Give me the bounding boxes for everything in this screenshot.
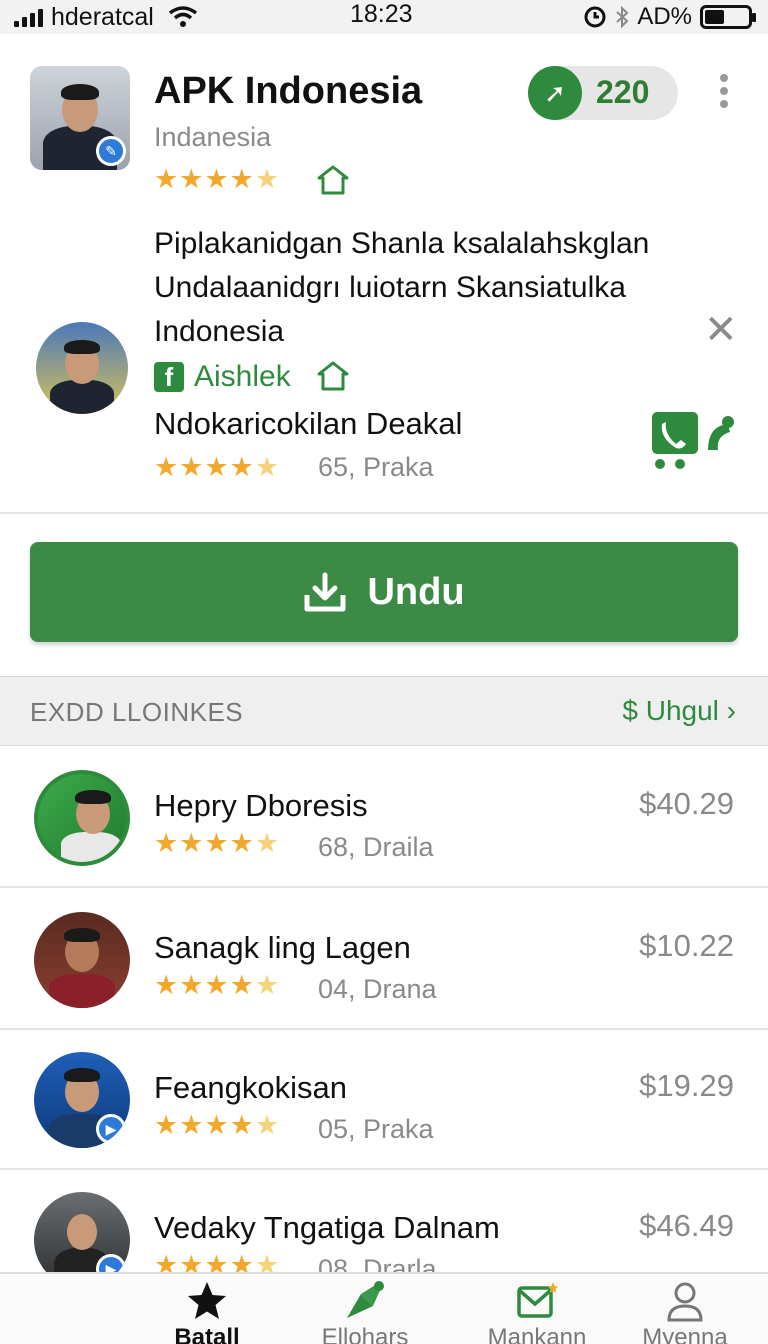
item-rating-text: 04, Drana bbox=[318, 974, 437, 1004]
broadcast-icon bbox=[347, 1281, 384, 1318]
bottom-navigation: Batall Ellohars Mankann Myenna bbox=[0, 1272, 768, 1344]
counter-pill[interactable]: ➚ 220 bbox=[528, 66, 678, 120]
battery-percentage: AD% bbox=[637, 3, 692, 30]
more-options-icon[interactable] bbox=[716, 74, 732, 108]
bluetooth-icon bbox=[616, 5, 629, 29]
wifi-icon bbox=[168, 6, 197, 27]
developer-rating-stars: ★★★★★ bbox=[154, 452, 281, 482]
nav-label: Batall bbox=[174, 1324, 240, 1344]
facebook-icon: f bbox=[154, 362, 184, 392]
item-rating-stars: ★★★★★ bbox=[154, 828, 281, 858]
nav-item-myenna[interactable]: Myenna bbox=[610, 1280, 760, 1344]
house-icon bbox=[317, 165, 349, 195]
item-rating-stars: ★★★★★ bbox=[154, 1110, 281, 1140]
carrier-name: hderatcal bbox=[51, 2, 154, 31]
developer-name[interactable]: Aishlek bbox=[194, 360, 291, 394]
item-name: Sanagk ling Lagen bbox=[154, 930, 411, 965]
nav-item-batall[interactable]: Batall bbox=[132, 1280, 282, 1344]
section-title: EXDD LLOINKES bbox=[30, 697, 244, 727]
arrow-icon: ➚ bbox=[528, 66, 582, 120]
mail-star-icon bbox=[517, 1282, 558, 1318]
list-item[interactable]: ▶ Vedaky Tngatiga Dalnam $46.49 ★★★★★ 08… bbox=[0, 1170, 768, 1288]
star-icon bbox=[188, 1282, 226, 1319]
nav-item-ellohars[interactable]: Ellohars bbox=[290, 1280, 440, 1344]
developer-avatar[interactable] bbox=[36, 322, 128, 414]
profile-icon bbox=[667, 1282, 703, 1322]
alarm-icon bbox=[584, 6, 606, 28]
item-rating-text: 68, Draila bbox=[318, 832, 434, 862]
nav-label: Mankann bbox=[487, 1324, 587, 1344]
nav-label: Myenna bbox=[642, 1324, 728, 1344]
close-icon[interactable]: ✕ bbox=[704, 310, 738, 350]
house-icon bbox=[317, 361, 349, 391]
item-name: Hepry Dboresis bbox=[154, 788, 368, 823]
list-item[interactable]: ▶ Feangkokisan $19.29 ★★★★★ 05, Praka bbox=[0, 1030, 768, 1170]
item-rating-text: 05, Praka bbox=[318, 1114, 434, 1144]
item-price: $40.29 bbox=[639, 786, 734, 821]
list-item[interactable]: Sanagk ling Lagen $10.22 ★★★★★ 04, Drana bbox=[0, 890, 768, 1030]
item-name: Feangkokisan bbox=[154, 1070, 348, 1105]
divider bbox=[0, 512, 768, 514]
nav-item-mankann[interactable]: Mankann bbox=[462, 1280, 612, 1344]
item-avatar bbox=[34, 770, 130, 866]
signal-icon bbox=[14, 7, 43, 27]
app-description: Piplakanidgan Shanla ksalalahskglan Unda… bbox=[154, 227, 650, 348]
developer-rating-text: 65, Praka bbox=[318, 452, 434, 482]
section-link[interactable]: $ Uhgul › bbox=[622, 695, 736, 727]
item-avatar: ▶ bbox=[34, 1052, 130, 1148]
status-bar: hderatcal 18:23 AD% bbox=[0, 0, 768, 34]
item-price: $46.49 bbox=[639, 1208, 734, 1243]
app-title: APK Indonesia bbox=[154, 70, 423, 112]
item-price: $10.22 bbox=[639, 928, 734, 963]
download-label: Undu bbox=[367, 570, 465, 613]
download-icon bbox=[304, 572, 346, 612]
item-price: $19.29 bbox=[639, 1068, 734, 1103]
status-time: 18:23 bbox=[350, 0, 413, 28]
app-icon[interactable]: ✎ bbox=[30, 66, 130, 170]
item-avatar bbox=[34, 912, 130, 1008]
phone-call-icon[interactable] bbox=[650, 410, 736, 474]
list-item[interactable]: Hepry Dboresis $40.29 ★★★★★ 68, Draila bbox=[0, 748, 768, 888]
app-subtitle: Indanesia bbox=[154, 122, 272, 152]
counter-value: 220 bbox=[596, 74, 650, 110]
verified-icon: ✎ bbox=[96, 136, 126, 166]
battery-icon bbox=[700, 5, 756, 29]
app-rating-stars: ★★★★★ bbox=[154, 164, 281, 194]
item-name: Vedaky Tngatiga Dalnam bbox=[154, 1210, 500, 1245]
section-header: EXDD LLOINKES $ Uhgul › bbox=[0, 676, 768, 746]
nav-label: Ellohars bbox=[321, 1324, 409, 1344]
play-icon: ▶ bbox=[96, 1114, 126, 1144]
developer-tagline: Ndokaricokilan Deakal bbox=[154, 406, 463, 441]
item-rating-stars: ★★★★★ bbox=[154, 970, 281, 1000]
download-button[interactable]: Undu bbox=[30, 542, 738, 642]
